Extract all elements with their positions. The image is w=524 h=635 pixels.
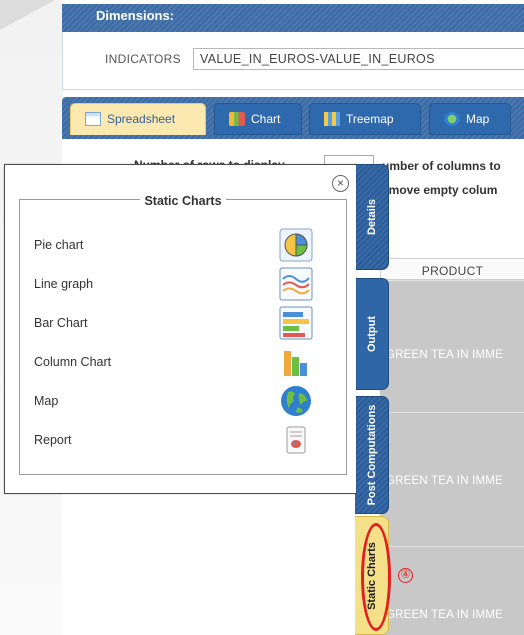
- static-charts-popup: × Static Charts Pie chart Line graph Bar…: [4, 164, 356, 494]
- highlight-ellipse: [361, 523, 391, 631]
- table-row: GREEN TEA IN IMME: [380, 546, 524, 635]
- treemap-icon: [324, 112, 340, 126]
- corner-decoration: [0, 0, 55, 30]
- app-window: Dimensions: INDICATORS VALUE_IN_EUROS-VA…: [0, 0, 524, 635]
- dimensions-header: Dimensions:: [62, 4, 524, 32]
- bar-chart-icon: [279, 306, 313, 340]
- indicators-field[interactable]: VALUE_IN_EUROS-VALUE_IN_EUROS: [193, 48, 524, 70]
- tab-treemap[interactable]: Treemap: [309, 103, 421, 135]
- side-tab-output[interactable]: Output: [355, 278, 389, 390]
- map-option[interactable]: Map: [34, 384, 334, 418]
- popup-title: Static Charts: [140, 194, 226, 208]
- table-cell: GREEN TEA IN IMME: [386, 609, 503, 621]
- tab-label: Treemap: [346, 112, 394, 126]
- option-label: Column Chart: [34, 355, 112, 369]
- table-cell: GREEN TEA IN IMME: [386, 349, 503, 361]
- chart-icon: [229, 112, 245, 126]
- table-row: GREEN TEA IN IMME: [380, 280, 524, 412]
- remove-empty-columns-label: emove empty colum: [382, 183, 498, 197]
- tab-label: Spreadsheet: [107, 112, 176, 126]
- report-option[interactable]: Report: [34, 423, 334, 457]
- table-row: GREEN TEA IN IMME: [380, 412, 524, 546]
- pie-chart-option[interactable]: Pie chart: [34, 228, 334, 262]
- tab-map[interactable]: Map: [429, 103, 511, 135]
- columns-to-display-label: umber of columns to: [382, 159, 501, 173]
- view-tab-bar: Spreadsheet Chart Treemap Map: [62, 97, 524, 139]
- step-number-badge: ④: [398, 568, 413, 583]
- side-tab-label: Output: [365, 315, 378, 353]
- tab-label: Chart: [251, 112, 281, 126]
- dimensions-panel: INDICATORS VALUE_IN_EUROS-VALUE_IN_EUROS: [62, 32, 524, 90]
- column-chart-option[interactable]: Column Chart: [34, 345, 334, 379]
- option-label: Report: [34, 433, 72, 447]
- tab-label: Map: [466, 112, 490, 126]
- side-tab-post-computations[interactable]: Post Computations: [355, 396, 389, 514]
- side-tab-label: Post Computations: [365, 404, 378, 506]
- side-tab-label: Details: [365, 198, 378, 236]
- option-label: Map: [34, 394, 59, 408]
- table-cell: GREEN TEA IN IMME: [386, 475, 503, 487]
- indicators-label: INDICATORS: [105, 52, 181, 66]
- pie-chart-icon: [279, 228, 313, 262]
- side-tab-details[interactable]: Details: [355, 164, 389, 270]
- bar-chart-option[interactable]: Bar Chart: [34, 306, 334, 340]
- option-label: Line graph: [34, 277, 94, 291]
- line-graph-icon: [279, 267, 313, 301]
- line-graph-option[interactable]: Line graph: [34, 267, 334, 301]
- tab-spreadsheet[interactable]: Spreadsheet: [70, 103, 206, 135]
- option-label: Bar Chart: [34, 316, 88, 330]
- close-button[interactable]: ×: [332, 175, 349, 192]
- globe-icon: [281, 386, 311, 416]
- table-header-product[interactable]: PRODUCT: [380, 258, 524, 280]
- globe-icon: [444, 112, 460, 126]
- tab-chart[interactable]: Chart: [214, 103, 302, 135]
- option-label: Pie chart: [34, 238, 84, 252]
- report-icon: [286, 426, 306, 454]
- column-chart-icon: [284, 351, 307, 376]
- static-charts-fieldset: Static Charts Pie chart Line graph Bar C…: [19, 194, 347, 475]
- fieldset-legend: Static Charts: [20, 192, 346, 210]
- spreadsheet-icon: [85, 112, 101, 126]
